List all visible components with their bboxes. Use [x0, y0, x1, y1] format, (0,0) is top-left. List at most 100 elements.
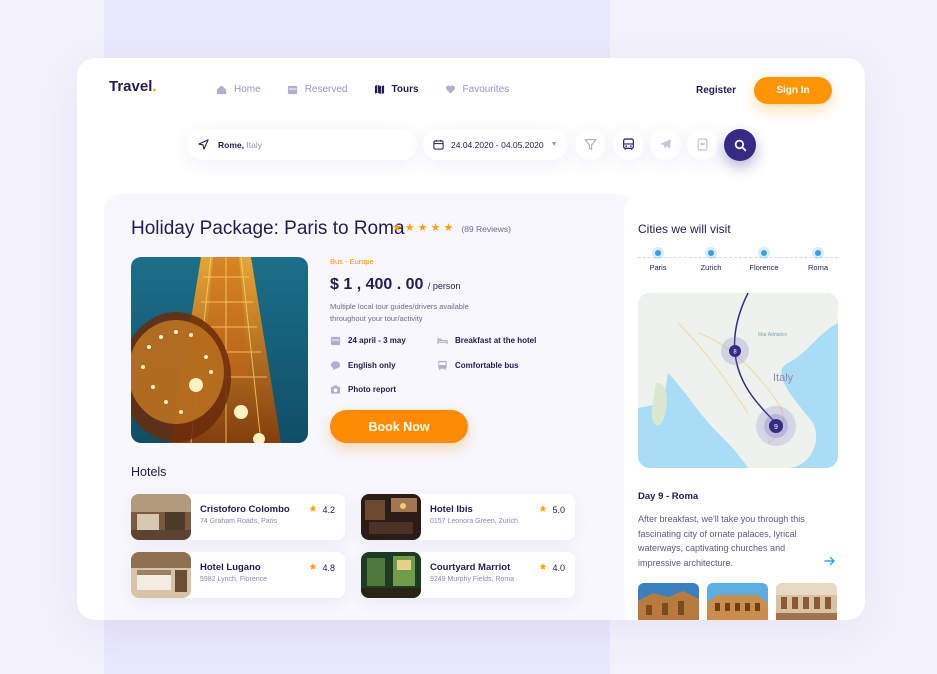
heart-icon [445, 85, 455, 94]
tour-description: Multiple local tour guides/drivers avail… [330, 302, 469, 323]
hotel-name: Courtyard Marriot [430, 562, 511, 573]
search-button[interactable] [724, 129, 756, 161]
day-heading: Day 9 - Roma [638, 491, 699, 502]
map-marker-label: 9 [774, 424, 778, 431]
hotel-rating: ★ 5.0 [538, 504, 565, 515]
itinerary-panel: Cities we will visit Paris Zurich Floren… [624, 194, 865, 620]
star-icon: ★ [538, 504, 548, 515]
sign-in-button[interactable]: Sign In [754, 77, 832, 104]
hotel-address: 0157 Leonora Green, Zurich [430, 518, 518, 525]
navigation-arrow-icon [198, 139, 209, 150]
city-stop-florence[interactable]: Florence [739, 250, 789, 272]
hotel-card[interactable]: Cristoforo Colombo 74 Graham Roads, Pari… [131, 494, 345, 540]
gallery-photo[interactable] [776, 583, 837, 620]
flight-filter-button[interactable] [650, 129, 681, 160]
feature-breakfast: Breakfast at the hotel [437, 335, 536, 346]
hotel-card[interactable]: Hotel Lugano 5982 Lynch, Florence ★ 4.8 [131, 552, 345, 598]
route-map[interactable]: 8 9 Italy Mar Adriatico [638, 293, 838, 468]
search-icon [734, 139, 746, 151]
tour-price: $ 1 , 400 . 00 / person [330, 276, 461, 293]
location-country: Italy [246, 139, 262, 150]
hotel-thumbnail [361, 552, 421, 598]
chat-icon [330, 361, 341, 371]
hotel-card[interactable]: Courtyard Marriot 9249 Murphy Fields, Ro… [361, 552, 575, 598]
hotel-rating: ★ 4.0 [538, 562, 565, 573]
day-description: After breakfast, we'll take you through … [638, 514, 805, 568]
hotel-card[interactable]: Hotel Ibis 0157 Leonora Green, Zurich ★ 5… [361, 494, 575, 540]
bus-icon [438, 360, 447, 371]
stop-dot [708, 250, 714, 256]
arrow-right-icon[interactable] [824, 555, 836, 567]
camera-icon [330, 385, 341, 394]
bus-icon [622, 138, 635, 150]
star-icon: ★ [308, 504, 318, 515]
plane-icon [660, 139, 671, 149]
city-stop-paris[interactable]: Paris [633, 250, 683, 272]
rating-stars: ★ ★ ★ ★ ★ (89 Reviews) [392, 223, 511, 234]
hotel-thumbnail [361, 494, 421, 540]
cities-heading: Cities we will visit [638, 222, 731, 236]
star-icon: ★ [443, 222, 454, 234]
stop-dot [815, 250, 821, 256]
location-city: Rome, [218, 139, 244, 150]
star-icon: ★ [417, 222, 428, 234]
nav-favourites-label: Favourites [462, 84, 510, 95]
nav-reserved[interactable]: Reserved [287, 84, 348, 95]
nav-reserved-label: Reserved [304, 84, 348, 95]
filter-icon [584, 139, 597, 150]
tour-tag: Bus - Europe [330, 257, 374, 266]
nav-favourites[interactable]: Favourites [445, 84, 510, 95]
location-input[interactable]: Rome, Italy [187, 129, 417, 160]
tour-hero-image [131, 257, 308, 443]
star-icon: ★ [404, 222, 415, 234]
bus-filter-button[interactable] [613, 129, 644, 160]
star-icon: ★ [392, 222, 402, 234]
book-now-button[interactable]: Book Now [330, 410, 468, 443]
hotel-name: Cristoforo Colombo [200, 504, 290, 515]
nav-tours-label: Tours [391, 84, 419, 95]
nav-tours[interactable]: Tours [374, 84, 419, 95]
register-link[interactable]: Register [696, 85, 736, 96]
city-stop-zurich[interactable]: Zurich [686, 250, 736, 272]
date-range-picker[interactable]: 24.04.2020 - 04.05.2020 ▼ [423, 129, 568, 160]
calendar-icon [287, 85, 297, 95]
hotel-icon [697, 138, 708, 151]
map-sea-label: Mar Adriatico [758, 332, 787, 338]
calendar-icon [330, 336, 341, 346]
hotel-rating: ★ 4.8 [308, 562, 335, 573]
city-stop-roma[interactable]: Roma [793, 250, 843, 272]
chevron-down-icon: ▼ [550, 141, 558, 148]
hotel-address: 9249 Murphy Fields, Roma [430, 576, 515, 583]
bed-icon [437, 337, 448, 345]
stop-dot [761, 250, 767, 256]
stop-dot [655, 250, 661, 256]
star-icon: ★ [430, 222, 441, 234]
hotel-address: 74 Graham Roads, Paris [200, 518, 278, 525]
tour-details-panel: Holiday Package: Paris to Roma ★ ★ ★ ★ ★… [104, 194, 634, 620]
main-nav: Home Reserved Tours Favourites [216, 84, 509, 95]
date-range-value: 24.04.2020 - 04.05.2020 [451, 139, 544, 150]
gallery-photo[interactable] [638, 583, 699, 620]
star-icon: ★ [308, 562, 318, 573]
calendar-icon [433, 139, 444, 150]
nav-home-label: Home [234, 84, 261, 95]
map-icon [374, 84, 384, 95]
hotel-thumbnail [131, 552, 191, 598]
hotel-rating: ★ 4.2 [308, 504, 335, 515]
app-window: Travel. Home Reserved Tours Favourites R… [77, 58, 865, 620]
hotel-filter-button[interactable] [687, 129, 718, 160]
star-icon: ★ [538, 562, 548, 573]
hotel-name: Hotel Lugano [200, 562, 261, 573]
reviews-link[interactable]: (89 Reviews) [461, 224, 511, 234]
hotel-name: Hotel Ibis [430, 504, 473, 515]
map-country-label: Italy [773, 372, 794, 384]
nav-home[interactable]: Home [216, 84, 261, 95]
hotel-thumbnail [131, 494, 191, 540]
hotel-address: 5982 Lynch, Florence [200, 576, 268, 583]
home-icon [216, 85, 227, 95]
gallery-photo[interactable] [707, 583, 768, 620]
hotels-heading: Hotels [131, 465, 167, 479]
feature-bus: Comfortable bus [437, 360, 519, 371]
filter-button[interactable] [575, 129, 606, 160]
logo[interactable]: Travel. [109, 78, 157, 95]
